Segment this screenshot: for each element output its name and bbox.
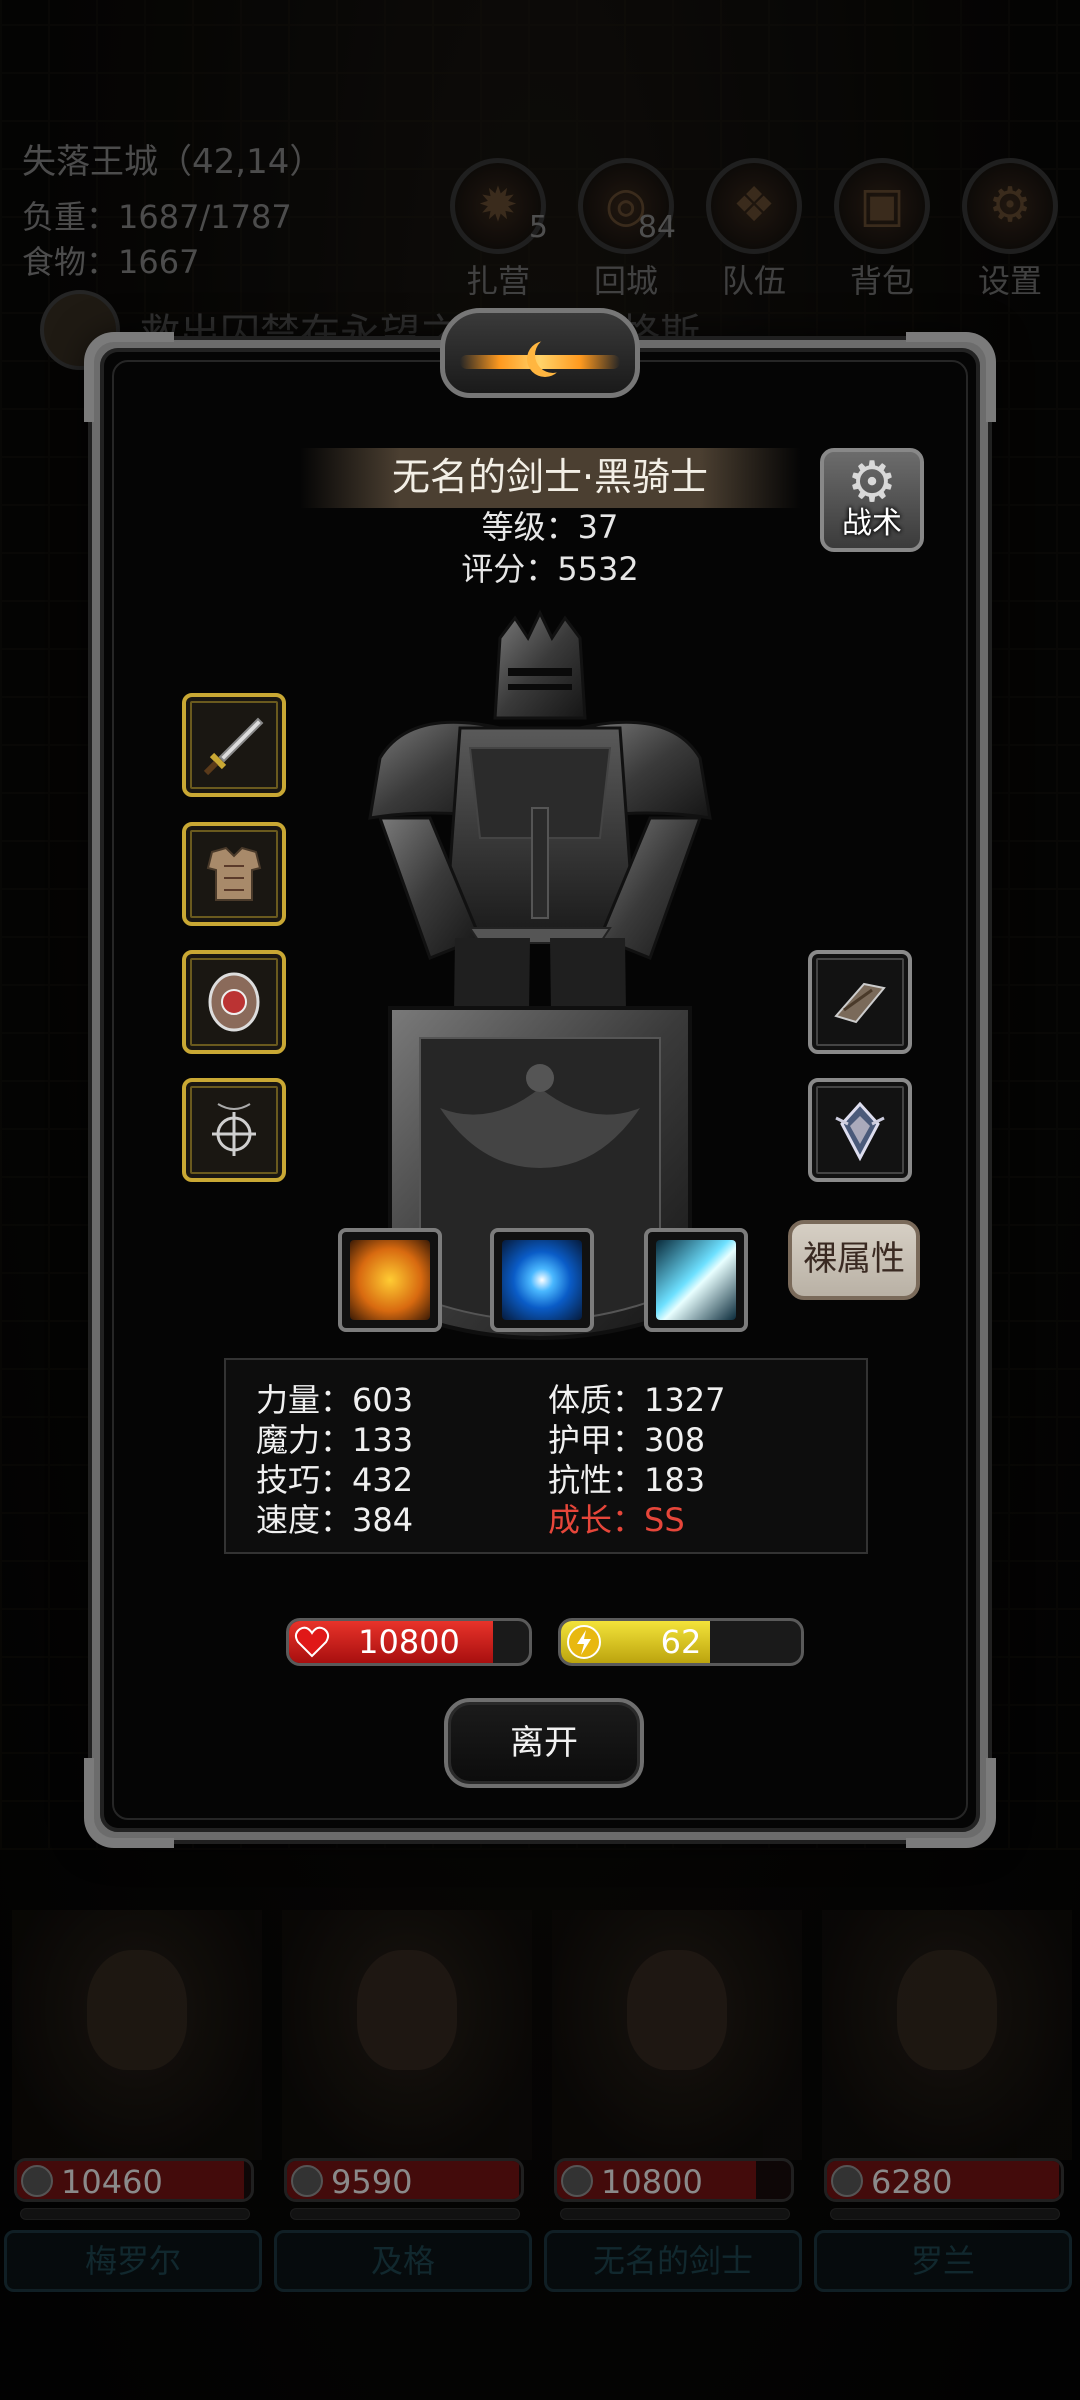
dark-shield-skill-icon bbox=[350, 1240, 430, 1320]
frame-corner bbox=[906, 1758, 996, 1848]
character-title: 无名的剑士·黑骑士 bbox=[300, 448, 800, 508]
eye-skill-icon bbox=[502, 1240, 582, 1320]
hp-value: 10800 bbox=[358, 1623, 460, 1661]
hp-icon bbox=[831, 2165, 863, 2197]
hp-icon bbox=[21, 2165, 53, 2197]
amulet-icon bbox=[212, 1103, 256, 1156]
bracer-icon bbox=[834, 982, 886, 1024]
energy-bar: 62 bbox=[558, 1618, 804, 1666]
stat-growth: 成长：SS bbox=[548, 1501, 685, 1539]
emblem-icon bbox=[835, 1101, 885, 1162]
stats-panel: 力量：603 魔力：133 技巧：432 速度：384 体质：1327 护甲：3… bbox=[224, 1358, 868, 1554]
skill-dark-shield[interactable] bbox=[338, 1228, 442, 1332]
frame-corner bbox=[84, 332, 174, 422]
accessory-slot[interactable] bbox=[182, 950, 286, 1054]
hp-bar: 10800 bbox=[286, 1618, 532, 1666]
emblem-slot[interactable] bbox=[808, 1078, 912, 1182]
moon-icon bbox=[527, 341, 563, 377]
character-dialog: 无名的剑士·黑骑士 等级：37 评分：5532 ⚙ 战术 裸属性 力量：603 … bbox=[84, 308, 996, 1848]
stat-constitution: 体质：1327 bbox=[548, 1381, 726, 1419]
stat-armor: 护甲：308 bbox=[548, 1421, 706, 1459]
skill-slash[interactable] bbox=[644, 1228, 748, 1332]
member-hp-value: 10800 bbox=[601, 2163, 703, 2201]
leave-button[interactable]: 离开 bbox=[444, 1698, 644, 1788]
sword-icon bbox=[203, 717, 264, 776]
tactics-label: 战术 bbox=[842, 506, 902, 541]
bare-stats-button[interactable]: 裸属性 bbox=[788, 1220, 920, 1300]
tactics-button[interactable]: ⚙ 战术 bbox=[820, 448, 924, 552]
crest-ornament bbox=[440, 308, 640, 398]
member-hp-value: 10460 bbox=[61, 2163, 163, 2201]
skill-eye[interactable] bbox=[490, 1228, 594, 1332]
armor-slot[interactable] bbox=[182, 822, 286, 926]
frame-corner bbox=[906, 332, 996, 422]
hp-icon bbox=[291, 2165, 323, 2197]
member-hp-value: 9590 bbox=[331, 2163, 413, 2201]
slash-skill-icon bbox=[656, 1240, 736, 1320]
stat-resistance: 抗性：183 bbox=[548, 1461, 706, 1499]
energy-value: 62 bbox=[660, 1623, 702, 1661]
character-score: 评分：5532 bbox=[461, 550, 639, 588]
frame-corner bbox=[84, 1758, 174, 1848]
stat-speed: 速度：384 bbox=[256, 1501, 414, 1539]
stat-magic: 魔力：133 bbox=[256, 1421, 414, 1459]
stat-skill: 技巧：432 bbox=[256, 1461, 414, 1499]
amulet-slot[interactable] bbox=[182, 1078, 286, 1182]
character-level: 等级：37 bbox=[481, 508, 619, 546]
weapon-slot[interactable] bbox=[182, 693, 286, 797]
hp-icon bbox=[561, 2165, 593, 2197]
stat-strength: 力量：603 bbox=[256, 1381, 414, 1419]
bracer-slot[interactable] bbox=[808, 950, 912, 1054]
shield-ring-icon bbox=[208, 972, 260, 1032]
armor-icon bbox=[206, 846, 262, 901]
member-hp-value: 6280 bbox=[871, 2163, 953, 2201]
